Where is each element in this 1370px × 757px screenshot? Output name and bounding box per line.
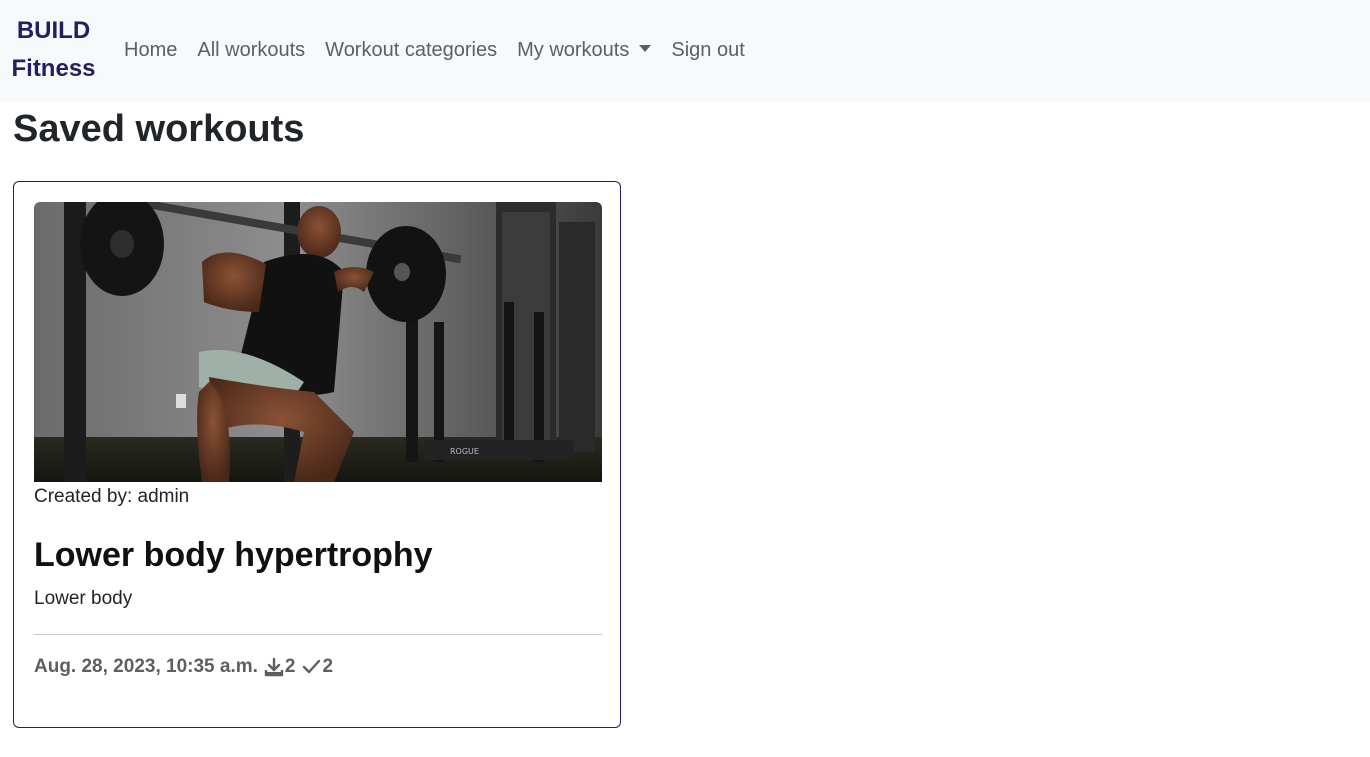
nav-workout-categories-link[interactable]: Workout categories [315,33,507,67]
created-by-text: Created by: admin [34,486,190,507]
svg-text:ROGUE: ROGUE [450,447,479,456]
workout-category: Lower body [34,588,133,609]
check-icon[interactable] [301,657,321,677]
nav-home-link[interactable]: Home [114,33,187,67]
page-title: Saved workouts [13,108,305,150]
brand-logo[interactable]: BUILD Fitness [10,12,97,88]
workout-image[interactable]: ROGUE [34,202,602,482]
nav-my-workouts-label: My workouts [517,39,630,61]
nav-links: Home All workouts Workout categories My … [114,33,755,67]
workout-photo: ROGUE [34,202,602,482]
caret-down-icon [639,45,652,52]
workout-title-link[interactable]: Lower body hypertrophy [34,532,433,578]
brand-line-2: Fitness [11,55,96,82]
nav-sign-out-link[interactable]: Sign out [661,33,754,67]
brand-line-1: BUILD [16,17,91,44]
card-divider [34,634,602,635]
navbar: BUILD Fitness Home All workouts Workout … [0,0,1370,102]
nav-all-workouts-link[interactable]: All workouts [187,33,315,67]
download-icon[interactable] [264,657,284,677]
workout-meta: Aug. 28, 2023, 10:35 a.m. 2 2 [34,656,333,678]
nav-my-workouts-dropdown[interactable]: My workouts [507,33,661,67]
downloads-count: 2 [284,656,296,677]
workout-card: ROGUE Created by: admin Lower body hyper… [13,181,621,728]
workout-date: Aug. 28, 2023, 10:35 a.m. [34,656,258,677]
completed-count: 2 [322,656,334,677]
